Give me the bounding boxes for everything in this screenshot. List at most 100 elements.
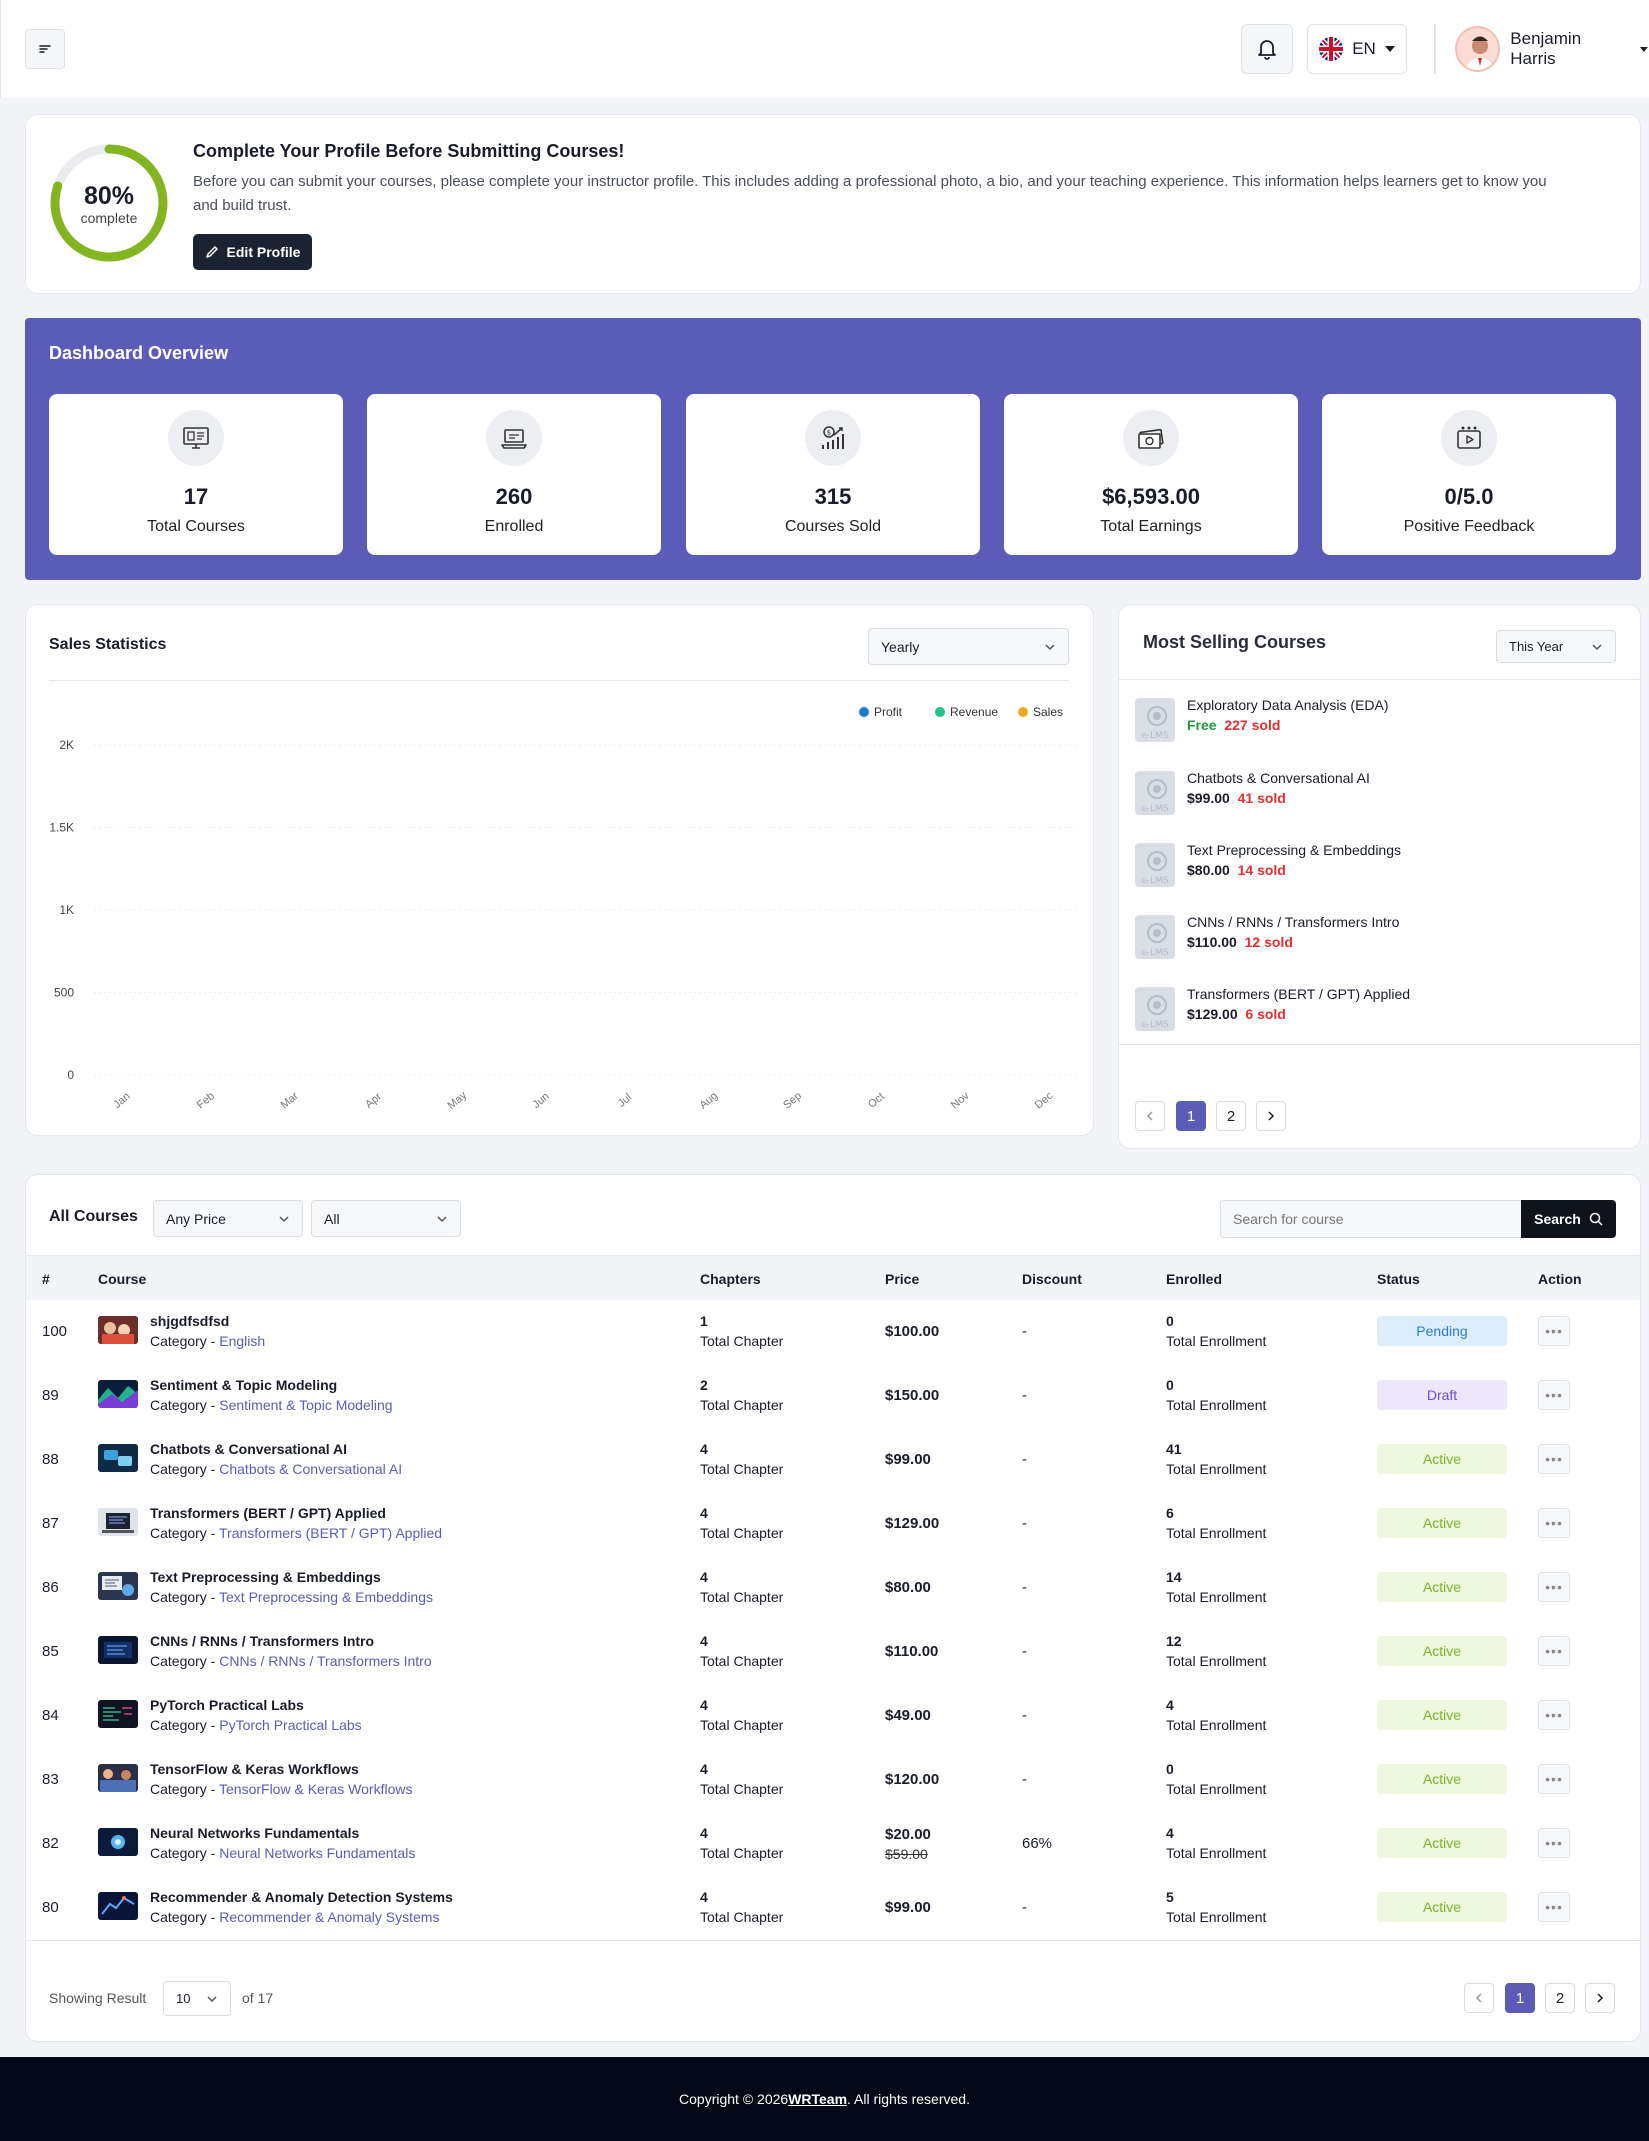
more-actions-button[interactable]: •••: [1538, 1892, 1570, 1922]
svg-text:e-LMS: e-LMS: [1141, 731, 1169, 741]
most-selling-period-select[interactable]: This Year: [1496, 630, 1616, 663]
footer-suffix: . All rights reserved.: [847, 2091, 970, 2107]
menu-toggle-button[interactable]: [25, 29, 65, 69]
list-item[interactable]: e-LMS Text Preprocessing & Embeddings $8…: [1135, 837, 1615, 897]
enrolled-label: Total Enrollment: [1166, 1781, 1267, 1797]
chapter-count: 4: [700, 1569, 708, 1585]
pagination-prev-button[interactable]: [1135, 1101, 1165, 1131]
more-actions-button[interactable]: •••: [1538, 1828, 1570, 1858]
enrolled-label: Total Enrollment: [1166, 1525, 1267, 1541]
price-filter-select[interactable]: Any Price: [153, 1200, 303, 1237]
category-link[interactable]: Transformers (BERT / GPT) Applied: [219, 1525, 442, 1541]
course-thumbnail: [98, 1508, 138, 1536]
x-tick-label: Mar: [279, 1090, 301, 1112]
row-number: 84: [42, 1707, 59, 1724]
notifications-button[interactable]: [1241, 24, 1293, 74]
course-category: Category - Text Preprocessing & Embeddin…: [150, 1589, 433, 1605]
page-size-select[interactable]: 10: [163, 1981, 231, 2016]
profile-percent-label: complete: [80, 210, 138, 226]
category-link[interactable]: Text Preprocessing & Embeddings: [219, 1589, 433, 1605]
course-name[interactable]: Neural Networks Fundamentals: [150, 1825, 359, 1841]
stat-value: 260: [495, 484, 533, 509]
more-actions-button[interactable]: •••: [1538, 1572, 1570, 1602]
status-badge: Active: [1377, 1764, 1507, 1794]
category-link[interactable]: TensorFlow & Keras Workflows: [219, 1781, 412, 1797]
pagination-next-button[interactable]: [1256, 1101, 1286, 1131]
category-link[interactable]: Neural Networks Fundamentals: [219, 1845, 415, 1861]
course-discount: -: [1022, 1899, 1027, 1916]
course-name[interactable]: Text Preprocessing & Embeddings: [150, 1569, 381, 1585]
more-actions-button[interactable]: •••: [1538, 1764, 1570, 1794]
category-link[interactable]: PyTorch Practical Labs: [219, 1717, 361, 1733]
status-badge: Active: [1377, 1572, 1507, 1602]
course-name[interactable]: Sentiment & Topic Modeling: [150, 1377, 337, 1393]
course-category: Category - TensorFlow & Keras Workflows: [150, 1781, 412, 1797]
column-header: Discount: [1022, 1271, 1082, 1287]
row-number: 80: [42, 1899, 59, 1916]
enrolled-count: 0: [1166, 1761, 1174, 1777]
course-category: Category - CNNs / RNNs / Transformers In…: [150, 1653, 432, 1669]
menu-icon: [39, 45, 51, 53]
course-name[interactable]: Transformers (BERT / GPT) Applied: [150, 1505, 386, 1521]
category-link[interactable]: Recommender & Anomaly Systems: [219, 1909, 439, 1925]
course-search-input[interactable]: [1220, 1200, 1522, 1238]
status-filter-select[interactable]: All: [311, 1200, 461, 1237]
list-item[interactable]: e-LMS Chatbots & Conversational AI $99.0…: [1135, 765, 1615, 825]
course-name[interactable]: Chatbots & Conversational AI: [150, 1441, 347, 1457]
showing-result-label: Showing Result: [49, 1990, 147, 2006]
pagination-next-button[interactable]: [1585, 1983, 1615, 2013]
more-actions-button[interactable]: •••: [1538, 1508, 1570, 1538]
chapter-count: 4: [700, 1633, 708, 1649]
course-name[interactable]: Recommender & Anomaly Detection Systems: [150, 1889, 453, 1905]
chapter-label: Total Chapter: [700, 1909, 784, 1925]
user-avatar: [1455, 26, 1501, 72]
course-name[interactable]: shjgdfsdfsd: [150, 1313, 229, 1329]
pagination-page-2[interactable]: 2: [1216, 1101, 1246, 1131]
chapter-label: Total Chapter: [700, 1717, 784, 1733]
more-actions-button[interactable]: •••: [1538, 1444, 1570, 1474]
pagination-page-1[interactable]: 1: [1176, 1101, 1206, 1131]
enrolled-count: 4: [1166, 1697, 1174, 1713]
footer-prefix: Copyright © 2026: [679, 2091, 789, 2107]
language-selector[interactable]: EN: [1307, 24, 1407, 74]
category-link[interactable]: English: [219, 1333, 265, 1349]
language-label: EN: [1352, 39, 1376, 58]
course-name[interactable]: TensorFlow & Keras Workflows: [150, 1761, 359, 1777]
footer-brand-link[interactable]: WRTeam: [788, 2091, 847, 2107]
pagination-page-2[interactable]: 2: [1545, 1983, 1575, 2013]
more-actions-button[interactable]: •••: [1538, 1636, 1570, 1666]
category-link[interactable]: Chatbots & Conversational AI: [219, 1461, 402, 1477]
category-link[interactable]: CNNs / RNNs / Transformers Intro: [219, 1653, 431, 1669]
x-tick-label: Jan: [111, 1090, 132, 1111]
list-item[interactable]: e-LMS Exploratory Data Analysis (EDA) Fr…: [1135, 692, 1615, 752]
pagination-prev-button[interactable]: [1464, 1983, 1494, 2013]
stat-label: Total Courses: [147, 518, 245, 535]
list-item[interactable]: e-LMS Transformers (BERT / GPT) Applied …: [1135, 981, 1615, 1041]
sales-period-select[interactable]: Yearly: [868, 628, 1069, 665]
row-number: 83: [42, 1771, 59, 1788]
category-link[interactable]: Sentiment & Topic Modeling: [219, 1397, 392, 1413]
course-thumbnail: [98, 1316, 138, 1344]
edit-profile-button[interactable]: Edit Profile: [193, 234, 312, 270]
more-actions-button[interactable]: •••: [1538, 1700, 1570, 1730]
more-actions-button[interactable]: •••: [1538, 1380, 1570, 1410]
chapter-label: Total Chapter: [700, 1461, 784, 1477]
course-name[interactable]: CNNs / RNNs / Transformers Intro: [150, 1633, 374, 1649]
course-price: $150.00: [885, 1387, 940, 1404]
pagination-page-1[interactable]: 1: [1505, 1983, 1535, 2013]
course-thumbnail: [98, 1636, 138, 1664]
list-item[interactable]: e-LMS CNNs / RNNs / Transformers Intro $…: [1135, 909, 1615, 969]
more-actions-button[interactable]: •••: [1538, 1316, 1570, 1346]
user-menu[interactable]: Benjamin Harris: [1455, 24, 1649, 74]
video-feedback-icon: [1441, 410, 1497, 466]
chapter-count: 4: [700, 1889, 708, 1905]
course-name[interactable]: PyTorch Practical Labs: [150, 1697, 304, 1713]
course-discount: -: [1022, 1579, 1027, 1596]
stat-value: $6,593.00: [1102, 484, 1200, 509]
search-button[interactable]: Search: [1521, 1200, 1616, 1238]
course-category: Category - PyTorch Practical Labs: [150, 1717, 362, 1733]
profile-card-description: Before you can submit your courses, plea…: [193, 173, 1547, 214]
status-badge: Active: [1377, 1636, 1507, 1666]
chapter-count: 1: [700, 1313, 708, 1329]
sales-divider: [49, 680, 1069, 681]
